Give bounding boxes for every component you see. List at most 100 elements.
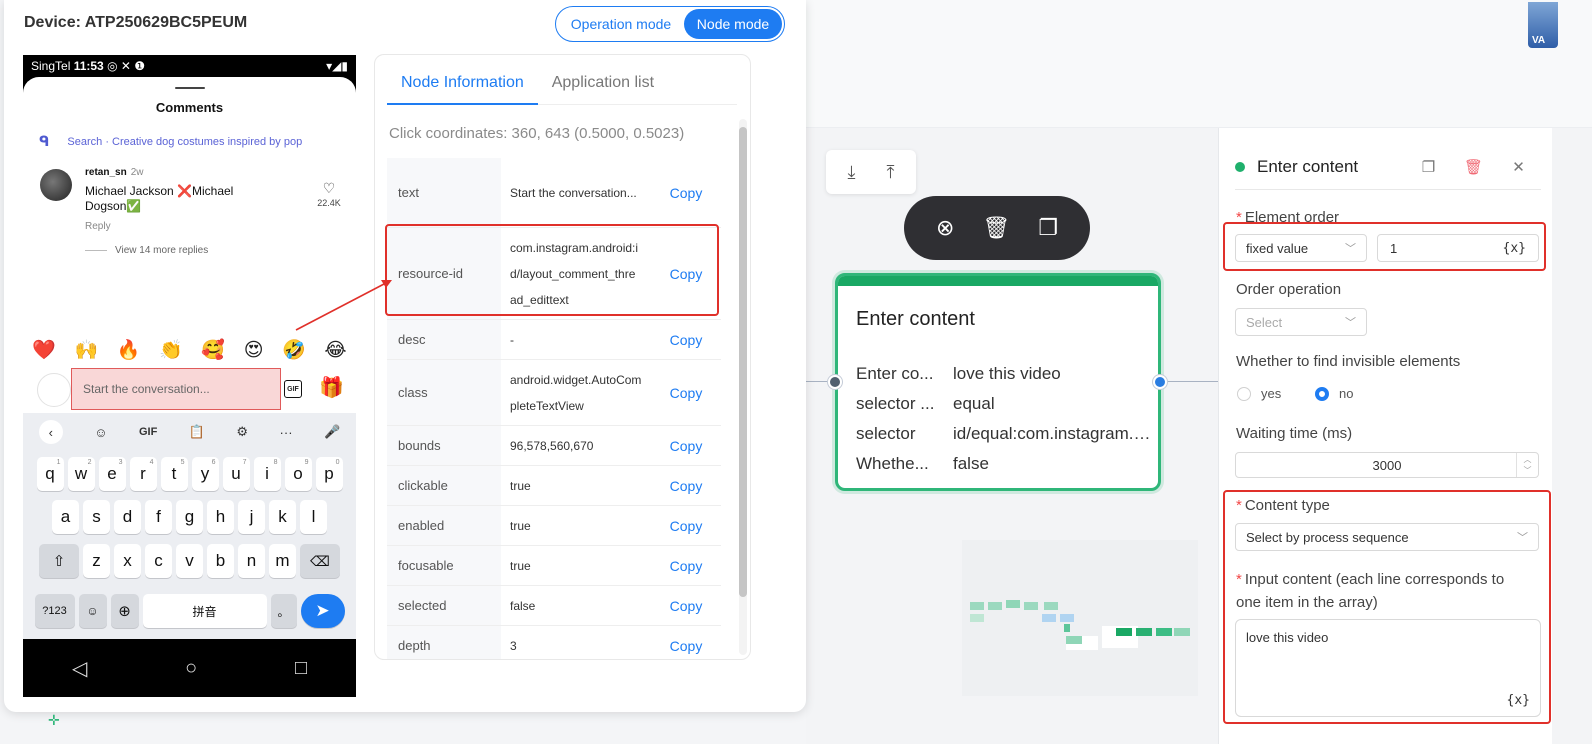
- period-key[interactable]: 。: [270, 594, 297, 628]
- copy-button[interactable]: Copy: [651, 426, 721, 465]
- emoji-button[interactable]: 🤣: [282, 338, 306, 362]
- operation-mode-button[interactable]: Operation mode: [558, 9, 684, 39]
- node-output-port[interactable]: [1153, 375, 1167, 389]
- sheet-handle[interactable]: [175, 87, 205, 89]
- scrollbar-thumb[interactable]: [739, 127, 747, 597]
- key-w[interactable]: w2: [67, 457, 95, 491]
- gift-icon[interactable]: 🎁: [319, 375, 344, 400]
- gif-icon[interactable]: GIF: [139, 426, 157, 438]
- more-icon[interactable]: ···: [280, 425, 293, 440]
- key-b[interactable]: b: [207, 544, 234, 578]
- copy-button[interactable]: Copy: [651, 466, 721, 505]
- backspace-key[interactable]: ⌫: [300, 544, 340, 578]
- comment-input[interactable]: Start the conversation...: [71, 368, 281, 410]
- key-q[interactable]: q1: [36, 457, 64, 491]
- key-g[interactable]: g: [176, 500, 203, 534]
- key-s[interactable]: s: [83, 500, 110, 534]
- stepper-icon[interactable]: ︿ ﹀: [1516, 453, 1538, 477]
- emoji-bar: ❤️ 🙌 🔥 👏 🥰 😍 🤣 😂: [23, 335, 356, 365]
- close-circle-icon[interactable]: ⊗: [936, 215, 954, 241]
- key-h[interactable]: h: [207, 500, 234, 534]
- delete-icon[interactable]: 🗑: [1451, 158, 1496, 176]
- home-nav-icon[interactable]: ○: [185, 657, 197, 680]
- key-y[interactable]: y6: [191, 457, 219, 491]
- key-r[interactable]: r4: [129, 457, 157, 491]
- key-p[interactable]: p0: [315, 457, 343, 491]
- symbols-key[interactable]: ?123: [34, 594, 75, 628]
- copy-button[interactable]: Copy: [651, 506, 721, 545]
- key-n[interactable]: n: [238, 544, 265, 578]
- radio-no[interactable]: no: [1315, 386, 1353, 401]
- emoji-button[interactable]: ❤️: [32, 338, 56, 362]
- copy-button[interactable]: Copy: [651, 546, 721, 585]
- download-icon[interactable]: ⤓: [848, 162, 856, 183]
- copy-button[interactable]: Copy: [651, 360, 721, 425]
- like-button[interactable]: ♡ 22.4K: [313, 179, 345, 208]
- settings-icon[interactable]: ⚙: [236, 424, 248, 440]
- copy-icon[interactable]: ❐: [1038, 215, 1058, 241]
- back-nav-icon[interactable]: ◁: [72, 656, 87, 681]
- key-d[interactable]: d: [114, 500, 141, 534]
- order-operation-select[interactable]: Select ﹀: [1235, 308, 1367, 336]
- avatar[interactable]: [40, 169, 72, 201]
- key-c[interactable]: c: [145, 544, 172, 578]
- upload-icon[interactable]: ⤒: [887, 162, 895, 183]
- emoji-button[interactable]: 😂: [324, 339, 346, 362]
- emoji-button[interactable]: 🔥: [117, 338, 141, 362]
- attr-key: desc: [387, 320, 501, 359]
- trash-icon[interactable]: 🗑: [982, 215, 1010, 241]
- key-u[interactable]: u7: [222, 457, 250, 491]
- key-i[interactable]: i8: [253, 457, 281, 491]
- emoji-key[interactable]: ☺: [78, 594, 107, 628]
- copy-button[interactable]: Copy: [651, 626, 721, 659]
- emoji-button[interactable]: 😍: [244, 339, 264, 362]
- key-x[interactable]: x: [114, 544, 141, 578]
- key-m[interactable]: m: [269, 544, 296, 578]
- emoji-button[interactable]: 👏: [159, 338, 183, 362]
- tab-application-list[interactable]: Application list: [538, 69, 668, 105]
- key-z[interactable]: z: [83, 544, 110, 578]
- key-k[interactable]: k: [269, 500, 296, 534]
- tab-node-information[interactable]: Node Information: [387, 69, 538, 105]
- key-t[interactable]: t5: [160, 457, 188, 491]
- corner-avatar[interactable]: VA: [1528, 2, 1558, 48]
- clipboard-icon[interactable]: 📋: [189, 424, 205, 440]
- enter-content-node[interactable]: Enter content Enter co... love this video…: [835, 273, 1161, 491]
- radio-yes[interactable]: yes: [1237, 386, 1281, 401]
- scrollbar[interactable]: [739, 119, 747, 655]
- back-icon[interactable]: ‹: [38, 420, 63, 444]
- phone-screen[interactable]: SingTel 11:53 ◎ ✕ ❶ ▾◢▮ Comments ᑫ Search…: [23, 55, 356, 697]
- globe-key[interactable]: ⊕: [110, 594, 139, 628]
- reply-link[interactable]: Reply: [85, 221, 111, 232]
- dock-icon[interactable]: ✛: [48, 712, 78, 744]
- gif-button[interactable]: GIF: [284, 380, 302, 398]
- view-more-replies[interactable]: View 14 more replies: [85, 245, 208, 256]
- sticker-icon[interactable]: ☺: [94, 425, 107, 440]
- node-mode-button[interactable]: Node mode: [684, 9, 782, 39]
- key-v[interactable]: v: [176, 544, 203, 578]
- recents-nav-icon[interactable]: □: [295, 657, 307, 680]
- search-suggestion[interactable]: ᑫ Search · Creative dog costumes inspired…: [39, 133, 302, 150]
- canvas-minimap[interactable]: [962, 540, 1198, 696]
- send-key[interactable]: ➤: [300, 594, 345, 628]
- emoji-button[interactable]: 🙌: [75, 338, 99, 362]
- key-e[interactable]: e3: [98, 457, 126, 491]
- copy-button[interactable]: Copy: [651, 158, 721, 227]
- emoji-button[interactable]: 🥰: [201, 338, 225, 362]
- key-f[interactable]: f: [145, 500, 172, 534]
- space-key[interactable]: 拼音: [142, 594, 267, 628]
- copy-button[interactable]: Copy: [651, 586, 721, 625]
- key-o[interactable]: o9: [284, 457, 312, 491]
- copy-button[interactable]: Copy: [651, 320, 721, 359]
- node-input-port[interactable]: [828, 375, 842, 389]
- waiting-time-input[interactable]: 3000 ︿ ﹀: [1235, 452, 1539, 478]
- node-row: selector id/equal:com.instagram.android:i…: [856, 419, 1158, 449]
- key-l[interactable]: l: [300, 500, 327, 534]
- comment-username[interactable]: retan_sn 2w: [85, 167, 143, 178]
- close-icon[interactable]: ✕: [1496, 158, 1541, 176]
- key-j[interactable]: j: [238, 500, 265, 534]
- shift-key[interactable]: ⇧: [39, 544, 79, 578]
- duplicate-icon[interactable]: ❐: [1406, 158, 1451, 176]
- key-a[interactable]: a: [52, 500, 79, 534]
- mic-icon[interactable]: 🎤: [324, 424, 340, 440]
